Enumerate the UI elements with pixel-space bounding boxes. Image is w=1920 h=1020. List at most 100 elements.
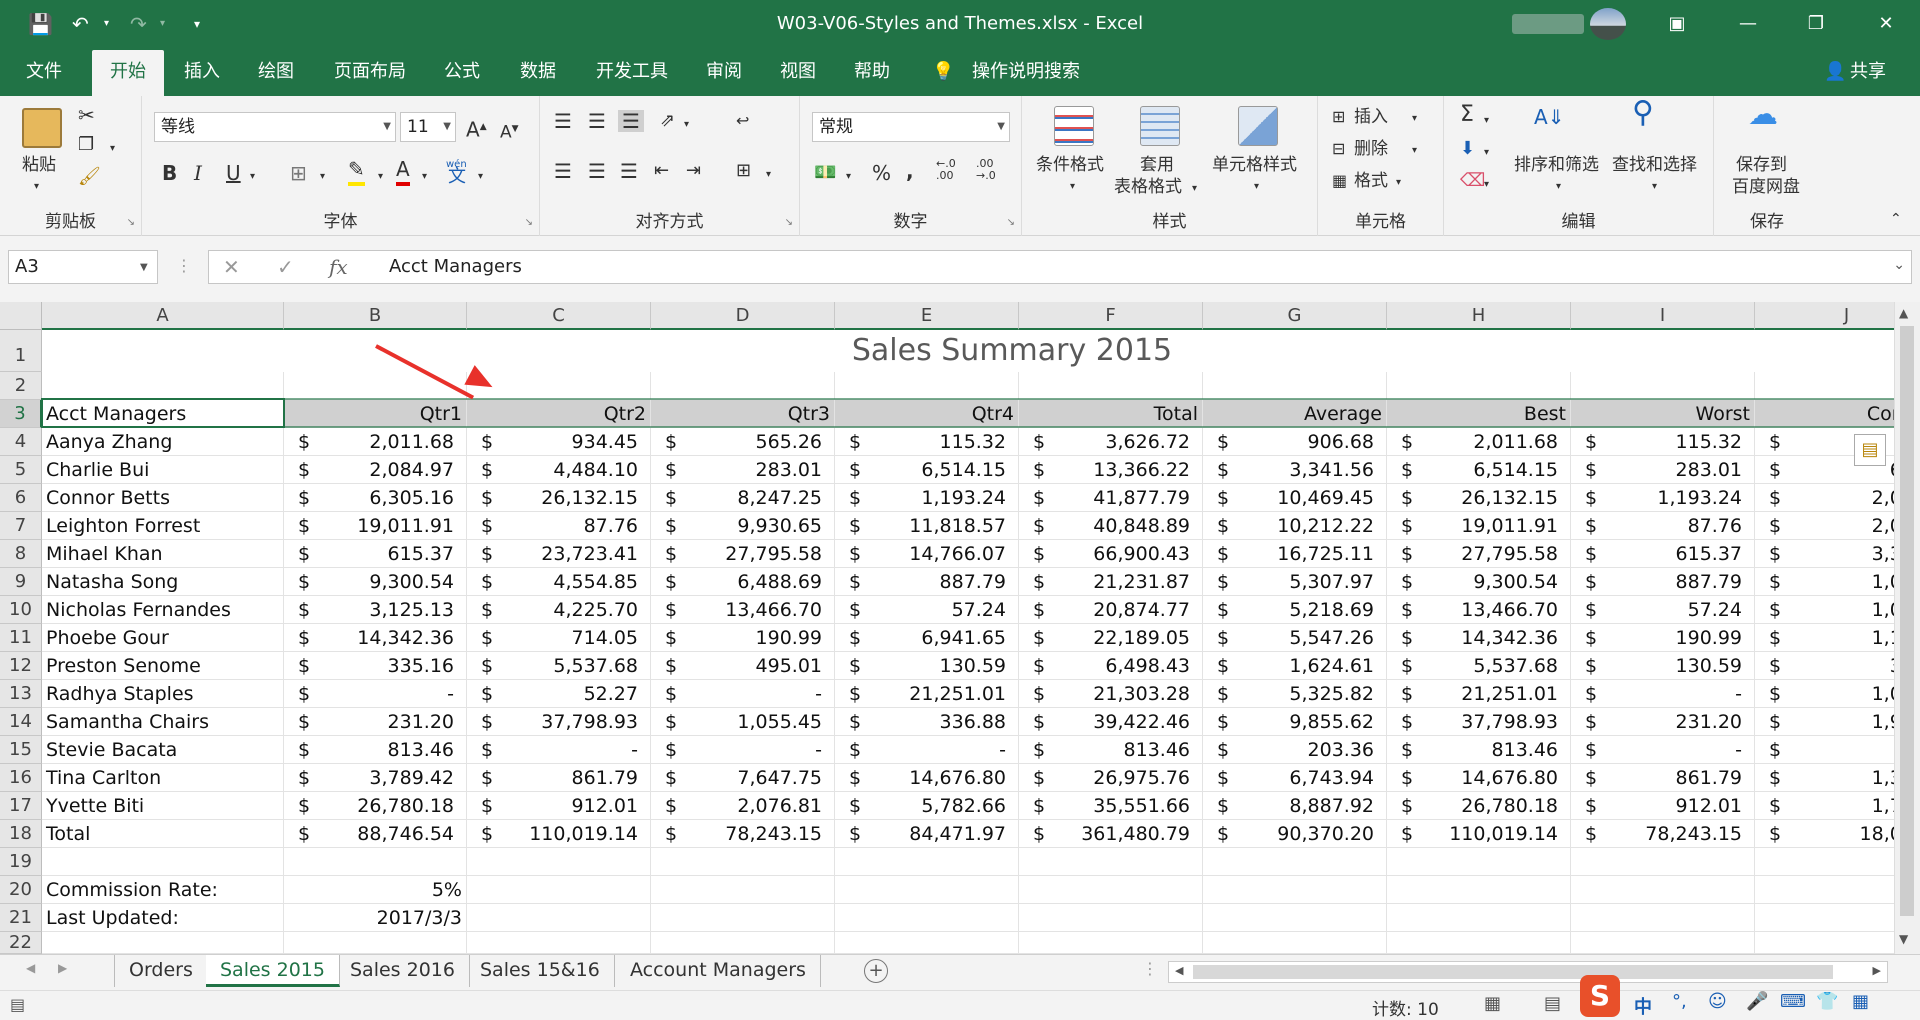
wrap-text-icon[interactable]: ↩ — [736, 110, 749, 132]
vertical-scroll-thumb[interactable] — [1900, 326, 1914, 916]
value-cell[interactable]: $6,743.94 — [1203, 764, 1387, 792]
increase-indent-icon[interactable]: ⇥ — [686, 160, 701, 182]
value-cell[interactable]: $35,551.66 — [1019, 792, 1203, 820]
tab-orders[interactable]: Orders — [114, 955, 208, 987]
manager-name-cell[interactable]: Nicholas Fernandes — [42, 596, 284, 624]
menu-help[interactable]: 帮助 — [842, 48, 902, 96]
account-name[interactable] — [1512, 14, 1584, 34]
empty-cell[interactable] — [835, 876, 1019, 904]
value-cell[interactable]: $19,011.91 — [284, 512, 467, 540]
manager-name-cell[interactable]: Radhya Staples — [42, 680, 284, 708]
empty-cell[interactable] — [835, 848, 1019, 876]
value-cell[interactable]: $21,303.28 — [1019, 680, 1203, 708]
row-header-11[interactable]: 11 — [0, 624, 42, 652]
empty-cell[interactable] — [467, 932, 651, 954]
value-cell[interactable]: $10,212.22 — [1203, 512, 1387, 540]
sort-filter-dropdown-icon[interactable]: ▾ — [1556, 176, 1561, 198]
empty-cell[interactable] — [835, 904, 1019, 932]
new-sheet-icon[interactable]: + — [864, 959, 888, 983]
align-top-icon[interactable]: ☰ — [554, 110, 572, 132]
find-select-dropdown-icon[interactable]: ▾ — [1652, 176, 1657, 198]
row-header-3[interactable]: 3 — [0, 400, 42, 428]
value-cell[interactable]: $26,975.76 — [1019, 764, 1203, 792]
value-cell[interactable]: $5,537.68 — [1387, 652, 1571, 680]
value-cell[interactable]: $190.99 — [651, 624, 835, 652]
punctuation-icon[interactable]: °, — [1672, 991, 1687, 1012]
manager-name-cell[interactable]: Natasha Song — [42, 568, 284, 596]
sheet-title[interactable]: Sales Summary 2015 — [42, 330, 1920, 372]
empty-cell[interactable] — [467, 848, 651, 876]
empty-cell[interactable] — [467, 876, 651, 904]
italic-icon[interactable]: I — [194, 162, 202, 184]
value-cell[interactable]: $37,798.93 — [1387, 708, 1571, 736]
value-cell[interactable]: $13,366.22 — [1019, 456, 1203, 484]
collapse-ribbon-icon[interactable]: ⌃ — [1890, 208, 1902, 230]
value-cell[interactable]: $190.99 — [1571, 624, 1755, 652]
value-cell[interactable]: $9,855.62 — [1203, 708, 1387, 736]
value-cell[interactable]: $52.27 — [467, 680, 651, 708]
alignment-launcher-icon[interactable]: ↘ — [785, 217, 793, 228]
value-cell[interactable]: $ - — [284, 680, 467, 708]
empty-cell[interactable] — [835, 372, 1019, 400]
column-header-b[interactable]: B — [284, 302, 467, 330]
value-cell[interactable]: $27,795.58 — [651, 540, 835, 568]
value-cell[interactable]: $6,514.15 — [1387, 456, 1571, 484]
format-cells-icon[interactable]: ▦ — [1332, 170, 1347, 192]
phonetic-icon[interactable]: 文 — [448, 166, 466, 188]
menu-review[interactable]: 审阅 — [694, 48, 754, 96]
value-cell[interactable]: $88,746.54 — [284, 820, 467, 848]
align-right-icon[interactable]: ☰ — [620, 160, 638, 182]
value-cell[interactable]: $78,243.15 — [651, 820, 835, 848]
format-painter-icon[interactable]: 🖌 — [78, 166, 101, 188]
empty-cell[interactable] — [1387, 372, 1571, 400]
value-cell[interactable]: $615.37 — [284, 540, 467, 568]
value-cell[interactable]: $3,789.42 — [284, 764, 467, 792]
empty-cell[interactable] — [1571, 372, 1755, 400]
last-updated-value[interactable]: 2017/3/3 — [284, 904, 467, 932]
cancel-icon[interactable]: ✕ — [223, 253, 240, 281]
empty-cell[interactable] — [1387, 932, 1571, 954]
value-cell[interactable]: $1,624.61 — [1203, 652, 1387, 680]
ime-mode[interactable]: 中 — [1634, 993, 1652, 1019]
row-header-17[interactable]: 17 — [0, 792, 42, 820]
cut-icon[interactable]: ✂ — [78, 104, 95, 126]
value-cell[interactable]: $5,547.26 — [1203, 624, 1387, 652]
commission-rate-value[interactable]: 5% — [284, 876, 467, 904]
row-header-22[interactable]: 22 — [0, 932, 42, 954]
manager-name-cell[interactable]: Aanya Zhang — [42, 428, 284, 456]
empty-cell[interactable] — [1019, 904, 1203, 932]
row-header-2[interactable]: 2 — [0, 372, 42, 400]
row-header-19[interactable]: 19 — [0, 848, 42, 876]
value-cell[interactable]: $5,325.82 — [1203, 680, 1387, 708]
value-cell[interactable]: $10,469.45 — [1203, 484, 1387, 512]
comma-style-icon[interactable]: , — [906, 160, 914, 182]
value-cell[interactable]: $40,848.89 — [1019, 512, 1203, 540]
macro-record-icon[interactable]: ▤ — [10, 995, 25, 1014]
merge-dropdown-icon[interactable]: ▾ — [766, 164, 771, 186]
empty-cell[interactable] — [1571, 876, 1755, 904]
manager-name-cell[interactable]: Connor Betts — [42, 484, 284, 512]
last-updated-label[interactable]: Last Updated: — [42, 904, 284, 932]
value-cell[interactable]: $21,251.01 — [1387, 680, 1571, 708]
row-header-18[interactable]: 18 — [0, 820, 42, 848]
value-cell[interactable]: $57.24 — [835, 596, 1019, 624]
manager-name-cell[interactable]: Phoebe Gour — [42, 624, 284, 652]
value-cell[interactable]: $130.59 — [835, 652, 1019, 680]
empty-cell[interactable] — [1203, 904, 1387, 932]
menu-draw[interactable]: 绘图 — [246, 48, 306, 96]
emoji-icon[interactable]: ☺ — [1708, 991, 1727, 1012]
row-header-20[interactable]: 20 — [0, 876, 42, 904]
keyboard-icon[interactable]: ⌨ — [1780, 991, 1806, 1012]
tab-sales-2015[interactable]: Sales 2015 — [206, 955, 340, 987]
font-color-dropdown-icon[interactable]: ▾ — [422, 166, 427, 188]
value-cell[interactable]: $ - — [835, 736, 1019, 764]
delete-dropdown-icon[interactable]: ▾ — [1412, 140, 1417, 162]
value-cell[interactable]: $5,307.97 — [1203, 568, 1387, 596]
value-cell[interactable]: $26,132.15 — [1387, 484, 1571, 512]
row-header-16[interactable]: 16 — [0, 764, 42, 792]
accounting-format-icon[interactable]: 💵 — [814, 162, 836, 184]
row-header-15[interactable]: 15 — [0, 736, 42, 764]
empty-cell[interactable] — [651, 372, 835, 400]
value-cell[interactable]: $41,877.79 — [1019, 484, 1203, 512]
scroll-left-icon[interactable]: ◀ — [1175, 964, 1183, 977]
